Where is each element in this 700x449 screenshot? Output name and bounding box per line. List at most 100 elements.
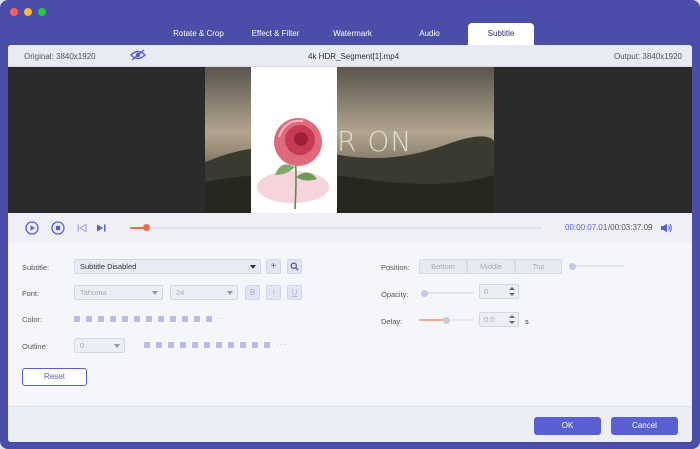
color-swatch[interactable] — [98, 315, 104, 322]
outline-color-swatch[interactable] — [216, 341, 222, 348]
play-icon[interactable] — [25, 221, 39, 235]
ok-button[interactable]: OK — [534, 417, 601, 435]
outline-color-swatch[interactable] — [180, 341, 186, 348]
more-outline-colors-icon[interactable]: ··· — [276, 340, 287, 349]
current-time: 00:00:07.01 — [565, 223, 608, 232]
next-frame-icon[interactable] — [94, 221, 108, 235]
outline-color-swatch[interactable] — [264, 341, 270, 348]
position-slider-handle[interactable] — [569, 262, 576, 270]
position-slider[interactable] — [569, 262, 624, 270]
underline-button[interactable]: U — [287, 285, 302, 300]
outline-width-value: 0 — [80, 341, 85, 350]
subtitle-label: Subtitle: — [22, 263, 50, 272]
outline-width-select[interactable]: 0 — [74, 338, 125, 353]
color-swatch[interactable] — [182, 315, 188, 322]
delay-slider[interactable] — [419, 316, 474, 324]
color-swatch[interactable] — [122, 315, 128, 322]
font-family-value: Tahoma — [80, 288, 107, 297]
tab-bar: Rotate & Crop Effect & Filter Watermark … — [160, 23, 534, 45]
color-swatch[interactable] — [158, 315, 164, 322]
color-swatch[interactable] — [170, 315, 176, 322]
font-family-select[interactable]: Tahoma — [74, 285, 163, 300]
color-swatch[interactable] — [134, 315, 140, 322]
color-swatch[interactable] — [86, 315, 92, 322]
position-top-option[interactable]: Top — [515, 259, 562, 274]
subtitle-select[interactable]: Subtitle Disabled — [74, 259, 261, 274]
total-time: /00:03:37.09 — [608, 223, 653, 232]
opacity-slider-handle[interactable] — [421, 289, 428, 297]
opacity-label: Opacity: — [381, 290, 409, 299]
color-swatch[interactable] — [74, 315, 80, 322]
position-middle-option[interactable]: Middle — [467, 259, 515, 274]
opacity-slider[interactable] — [421, 289, 474, 297]
chevron-down-icon — [152, 291, 158, 295]
content-area: Original: 3840x1920 4k HDR_Segment[1].mp… — [8, 45, 692, 442]
chevron-up-icon[interactable] — [509, 315, 515, 318]
outline-color-swatch[interactable] — [240, 341, 246, 348]
subtitle-settings-panel: Subtitle: Subtitle Disabled + Font: Taho… — [8, 243, 692, 406]
previous-frame-icon[interactable] — [75, 221, 89, 235]
chevron-up-icon[interactable] — [509, 287, 515, 290]
outline-color-swatch[interactable] — [228, 341, 234, 348]
video-frame: R ON — [205, 67, 494, 213]
color-swatch[interactable] — [146, 315, 152, 322]
chevron-down-icon — [250, 265, 256, 269]
outline-label: Outline: — [22, 342, 48, 351]
delay-slider-handle[interactable] — [443, 316, 450, 324]
outline-color-swatch[interactable] — [144, 341, 150, 348]
chevron-down-icon — [227, 291, 233, 295]
outline-color-swatch[interactable] — [156, 341, 162, 348]
title-bar: Rotate & Crop Effect & Filter Watermark … — [0, 0, 700, 46]
italic-button[interactable]: I — [266, 285, 281, 300]
zoom-window-button[interactable] — [38, 8, 46, 16]
more-colors-icon[interactable]: ··· — [218, 314, 229, 323]
position-label: Position: — [381, 263, 410, 272]
search-icon[interactable] — [287, 259, 302, 274]
delay-value: 0.0 — [484, 315, 495, 324]
color-swatch[interactable] — [110, 315, 116, 322]
subtitle-overlay-text: R ON — [337, 125, 413, 158]
tab-subtitle[interactable]: Subtitle — [468, 23, 534, 45]
outline-color-swatch[interactable] — [204, 341, 210, 348]
output-resolution: Output: 3840x1920 — [613, 52, 682, 61]
outline-color-swatch[interactable] — [252, 341, 258, 348]
outline-color-swatch[interactable] — [192, 341, 198, 348]
reset-button[interactable]: Reset — [22, 368, 87, 386]
delay-slider-fill — [419, 319, 445, 321]
minimize-window-button[interactable] — [24, 8, 32, 16]
close-window-button[interactable] — [10, 8, 18, 16]
outline-color-swatch[interactable] — [168, 341, 174, 348]
tab-effect-filter[interactable]: Effect & Filter — [237, 23, 314, 45]
delay-stepper[interactable]: 0.0 — [479, 312, 519, 327]
color-swatches: ··· — [74, 314, 229, 323]
dialog-footer: OK Cancel — [8, 406, 692, 442]
outline-color-swatches: ··· — [144, 340, 287, 349]
progress-track[interactable] — [130, 224, 542, 231]
font-size-select[interactable]: 24 — [170, 285, 238, 300]
tab-rotate-crop[interactable]: Rotate & Crop — [160, 23, 237, 45]
color-swatch[interactable] — [206, 315, 212, 322]
delay-label: Delay: — [381, 317, 403, 326]
chevron-down-icon[interactable] — [509, 293, 515, 296]
editor-window: Rotate & Crop Effect & Filter Watermark … — [0, 0, 700, 449]
subtitle-select-value: Subtitle Disabled — [80, 262, 137, 271]
position-bottom-option[interactable]: Bottom — [419, 259, 467, 274]
opacity-stepper[interactable]: 0 — [479, 284, 519, 299]
opacity-value: 0 — [484, 287, 489, 296]
volume-icon[interactable] — [659, 221, 673, 235]
font-label: Font: — [22, 289, 40, 298]
info-bar: Original: 3840x1920 4k HDR_Segment[1].mp… — [8, 45, 692, 67]
progress-handle[interactable] — [143, 224, 151, 231]
plus-icon[interactable]: + — [266, 259, 281, 274]
stop-icon[interactable] — [51, 221, 65, 235]
chevron-down-icon[interactable] — [509, 321, 515, 324]
color-swatch[interactable] — [194, 315, 200, 322]
bold-button[interactable]: B — [245, 285, 260, 300]
font-size-value: 24 — [176, 288, 185, 297]
cancel-button[interactable]: Cancel — [611, 417, 678, 435]
eye-icon[interactable] — [130, 49, 146, 66]
playback-bar: 00:00:07.01 /00:03:37.09 — [8, 213, 692, 243]
tab-watermark[interactable]: Watermark — [314, 23, 391, 45]
chevron-down-icon — [114, 344, 120, 348]
tab-audio[interactable]: Audio — [391, 23, 468, 45]
